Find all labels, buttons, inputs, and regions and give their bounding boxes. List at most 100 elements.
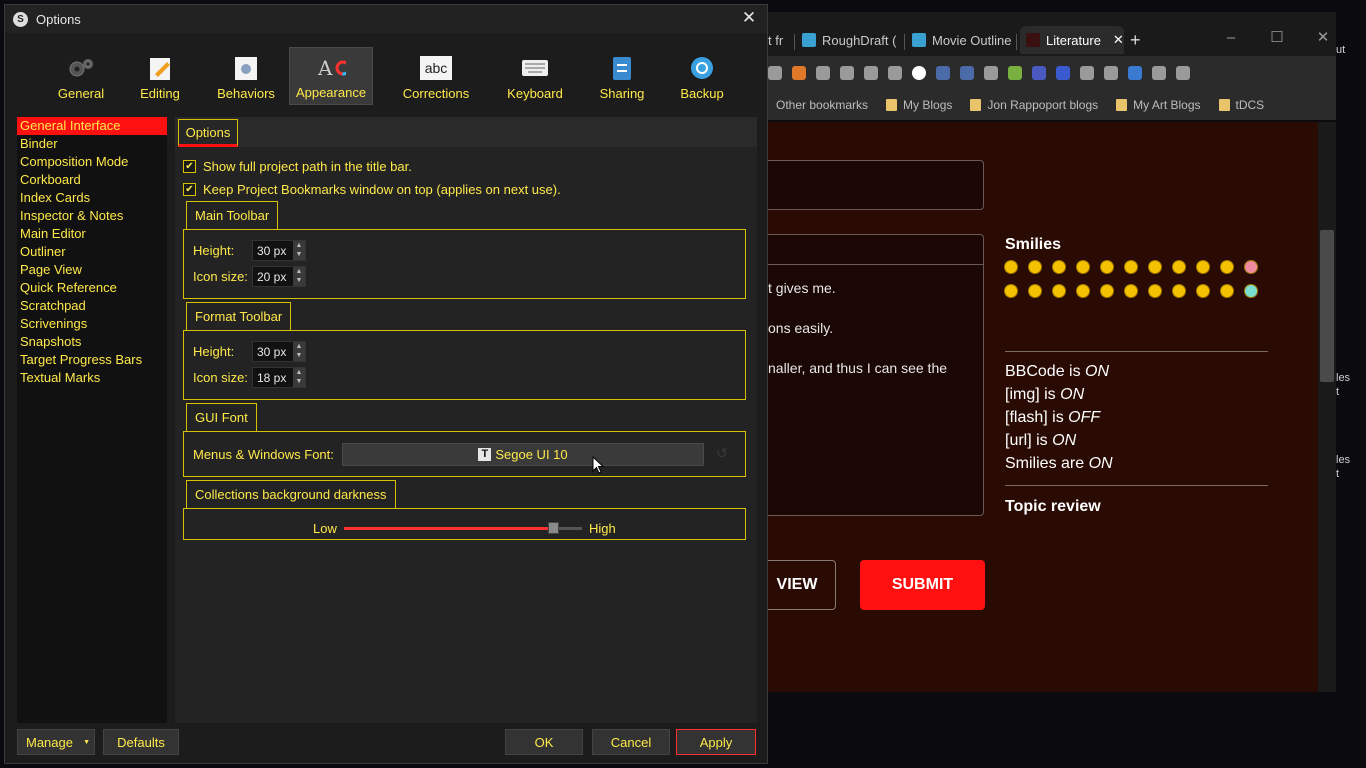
- sidebar-item-index-cards[interactable]: Index Cards: [17, 189, 167, 207]
- apply-button[interactable]: Apply: [676, 729, 756, 755]
- category-general[interactable]: General: [45, 47, 117, 105]
- tab-options[interactable]: Options: [178, 119, 238, 147]
- smiley-icon[interactable]: [1076, 260, 1090, 274]
- spin-down-icon[interactable]: ▼: [296, 251, 303, 259]
- extension-icon[interactable]: [768, 66, 782, 80]
- sidebar-item-quick-reference[interactable]: Quick Reference: [17, 279, 167, 297]
- spin-up-icon[interactable]: ▲: [296, 268, 303, 276]
- bookmarks-on-top-checkbox[interactable]: ✔ Keep Project Bookmarks window on top (…: [183, 182, 561, 197]
- align-icon[interactable]: [984, 66, 998, 80]
- smiley-icon[interactable]: [1148, 260, 1162, 274]
- reset-font-icon[interactable]: ↺: [716, 445, 728, 462]
- smiley-icon[interactable]: [1100, 260, 1114, 274]
- category-sharing[interactable]: Sharing: [571, 47, 673, 105]
- category-appearance[interactable]: A Appearance: [289, 47, 373, 105]
- spin-down-icon[interactable]: ▼: [296, 352, 303, 360]
- category-editing[interactable]: Editing: [117, 47, 203, 105]
- close-dialog-icon[interactable]: ✕: [737, 8, 761, 28]
- menu-icon[interactable]: [1176, 66, 1190, 80]
- camera-icon[interactable]: [1080, 66, 1094, 80]
- bookmark-folder[interactable]: My Blogs: [886, 98, 952, 112]
- bookmark-folder[interactable]: My Art Blogs: [1116, 98, 1201, 112]
- spin-up-icon[interactable]: ▲: [296, 369, 303, 377]
- extension-icon[interactable]: [1128, 66, 1142, 80]
- font-chooser-button[interactable]: T Segoe UI 10: [342, 443, 704, 466]
- spin-down-icon[interactable]: ▼: [296, 378, 303, 386]
- smiley-icon[interactable]: [1052, 284, 1066, 298]
- format-toolbar-height-spinner[interactable]: 30 px ▲ ▼: [252, 341, 306, 362]
- sidebar-item-target-progress-bars[interactable]: Target Progress Bars: [17, 351, 167, 369]
- extension-icon[interactable]: [840, 66, 854, 80]
- show-project-path-checkbox[interactable]: ✔ Show full project path in the title ba…: [183, 159, 412, 174]
- sidebar-item-scrivenings[interactable]: Scrivenings: [17, 315, 167, 333]
- browser-tab[interactable]: Movie Outline: [912, 26, 1012, 54]
- block-icon[interactable]: [912, 66, 926, 80]
- smiley-icon[interactable]: [1244, 260, 1258, 274]
- extension-icon[interactable]: [864, 66, 878, 80]
- smiley-icon[interactable]: [1052, 260, 1066, 274]
- minimize-icon[interactable]: –: [1208, 24, 1254, 54]
- category-backup[interactable]: Backup: [673, 47, 731, 105]
- extension-icon[interactable]: [1032, 66, 1046, 80]
- category-corrections[interactable]: abc Corrections: [373, 47, 499, 105]
- page-scrollbar-track[interactable]: [1318, 122, 1336, 692]
- smiley-icon[interactable]: [1172, 284, 1186, 298]
- subject-input[interactable]: [768, 160, 984, 210]
- preview-button[interactable]: VIEW: [768, 560, 836, 610]
- sidebar-item-main-editor[interactable]: Main Editor: [17, 225, 167, 243]
- metamask-icon[interactable]: [792, 66, 806, 80]
- extension-icon[interactable]: [816, 66, 830, 80]
- page-scrollbar-thumb[interactable]: [1320, 230, 1334, 382]
- spin-up-icon[interactable]: ▲: [296, 343, 303, 351]
- sidebar-item-outliner[interactable]: Outliner: [17, 243, 167, 261]
- new-tab-button[interactable]: +: [1130, 26, 1141, 54]
- extension-icon[interactable]: [1104, 66, 1118, 80]
- browser-tab[interactable]: t fr: [768, 26, 790, 54]
- smiley-icon[interactable]: [1028, 284, 1042, 298]
- smiley-icon[interactable]: [1004, 284, 1018, 298]
- manage-button[interactable]: Manage ▼: [17, 729, 95, 755]
- smiley-icon[interactable]: [1124, 260, 1138, 274]
- smiley-icon[interactable]: [1220, 284, 1234, 298]
- bookmark-folder[interactable]: Jon Rappoport blogs: [970, 98, 1098, 112]
- submit-button[interactable]: SUBMIT: [860, 560, 985, 610]
- smiley-icon[interactable]: [1172, 260, 1186, 274]
- smiley-icon[interactable]: [1196, 260, 1210, 274]
- spin-up-icon[interactable]: ▲: [296, 242, 303, 250]
- main-toolbar-icon-size-spinner[interactable]: 20 px ▲ ▼: [252, 266, 306, 287]
- defaults-button[interactable]: Defaults: [103, 729, 179, 755]
- extension-icon[interactable]: [888, 66, 902, 80]
- sidebar-item-corkboard[interactable]: Corkboard: [17, 171, 167, 189]
- main-toolbar-height-spinner[interactable]: 30 px ▲ ▼: [252, 240, 306, 261]
- sidebar-item-composition-mode[interactable]: Composition Mode: [17, 153, 167, 171]
- puzzle-icon[interactable]: [1152, 66, 1166, 80]
- close-tab-icon[interactable]: ✕: [1113, 32, 1124, 48]
- extension-icon[interactable]: [1056, 66, 1070, 80]
- spin-down-icon[interactable]: ▼: [296, 277, 303, 285]
- sidebar-item-textual-marks[interactable]: Textual Marks: [17, 369, 167, 387]
- smiley-icon[interactable]: [1196, 284, 1210, 298]
- smiley-icon[interactable]: [1028, 260, 1042, 274]
- format-toolbar-icon-size-spinner[interactable]: 18 px ▲ ▼: [252, 367, 306, 388]
- browser-tab[interactable]: RoughDraft (: [802, 26, 902, 54]
- sidebar-item-page-view[interactable]: Page View: [17, 261, 167, 279]
- bookmark-item[interactable]: Other bookmarks: [776, 98, 868, 112]
- browser-tab-active[interactable]: Literature ✕: [1020, 26, 1124, 54]
- smiley-icon[interactable]: [1076, 284, 1090, 298]
- smiley-icon[interactable]: [1124, 284, 1138, 298]
- smiley-icon[interactable]: [1148, 284, 1162, 298]
- font-size-icon[interactable]: [936, 66, 950, 80]
- smiley-icon[interactable]: [1100, 284, 1114, 298]
- slider-handle[interactable]: [548, 522, 559, 534]
- extension-icon[interactable]: [1008, 66, 1022, 80]
- bookmark-folder[interactable]: tDCS: [1218, 98, 1264, 112]
- smiley-icon[interactable]: [1004, 260, 1018, 274]
- sidebar-item-general-interface[interactable]: General Interface: [17, 117, 167, 135]
- sidebar-item-snapshots[interactable]: Snapshots: [17, 333, 167, 351]
- cancel-button[interactable]: Cancel: [592, 729, 670, 755]
- font-size-icon[interactable]: [960, 66, 974, 80]
- category-behaviors[interactable]: Behaviors: [203, 47, 289, 105]
- maximize-icon[interactable]: ☐: [1254, 24, 1300, 54]
- sidebar-item-scratchpad[interactable]: Scratchpad: [17, 297, 167, 315]
- smiley-icon[interactable]: [1220, 260, 1234, 274]
